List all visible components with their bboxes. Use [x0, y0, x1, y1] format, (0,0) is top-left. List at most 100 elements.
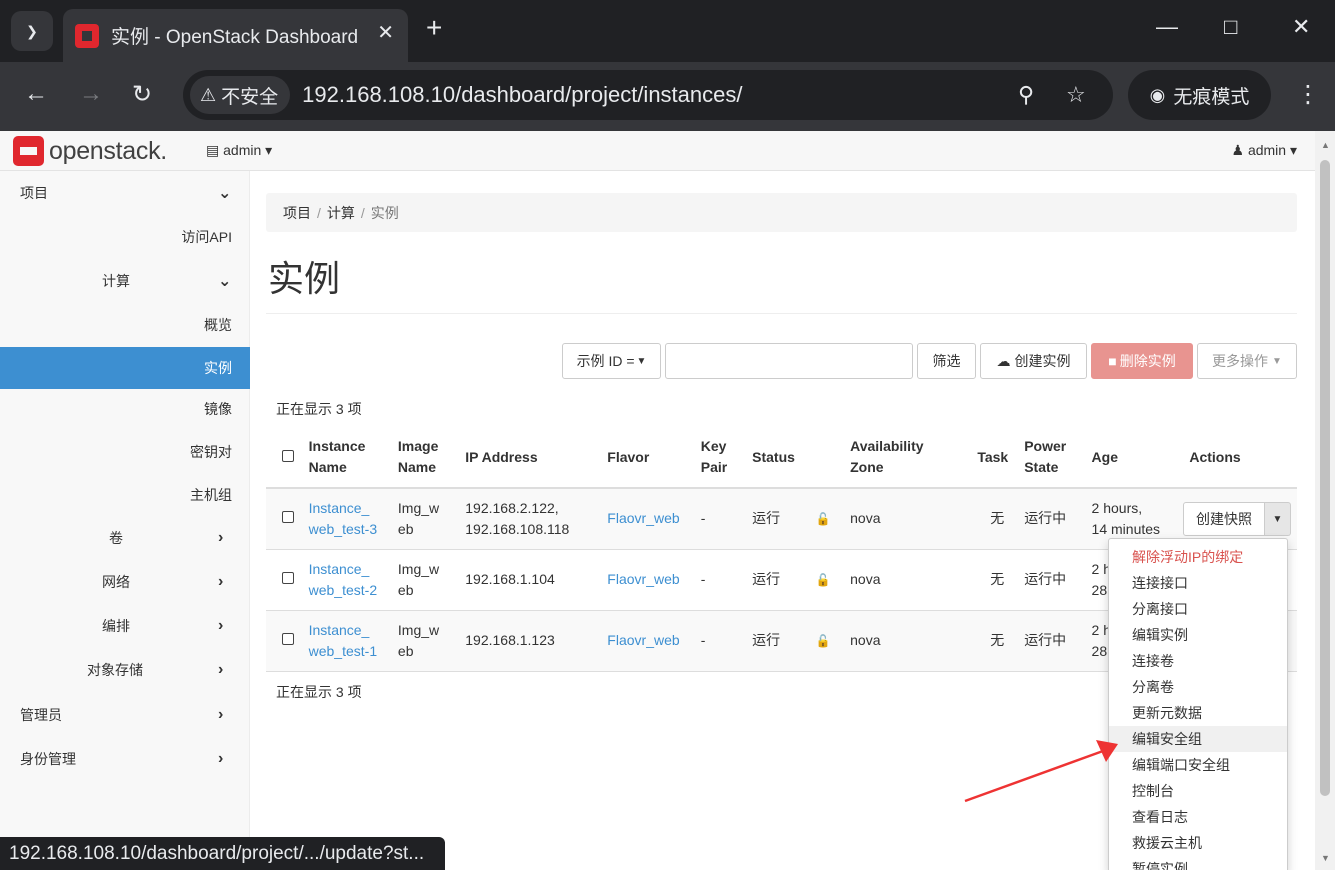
row-checkbox[interactable]: [282, 572, 294, 584]
annotation-arrow-head: [1096, 740, 1118, 762]
maximize-icon[interactable]: □: [1224, 14, 1237, 40]
window-close-icon[interactable]: ✕: [1292, 14, 1310, 40]
column-header-availability-zone[interactable]: Availability Zone: [850, 427, 924, 489]
menu-item-rescue-instance[interactable]: 救援云主机: [1109, 830, 1287, 856]
menu-item-attach-interface[interactable]: 连接接口: [1109, 570, 1287, 596]
breadcrumb: 项目 / 计算 / 实例: [266, 193, 1297, 232]
scroll-down-icon[interactable]: ▼: [1321, 853, 1330, 863]
sidebar-item-orchestration[interactable]: 编排 ›: [0, 605, 250, 647]
row-checkbox[interactable]: [282, 511, 294, 524]
sidebar-item-overview[interactable]: 概览: [0, 304, 250, 346]
sidebar-nav: 项目 ⌄ 访问API 计算 ⌄ 概览 实例 镜像 密钥对 主机组 卷 › 网络 …: [0, 171, 250, 870]
flavor-link[interactable]: Flaovr_web: [607, 632, 679, 648]
lock-icon: 🔓: [815, 511, 831, 526]
chevron-down-icon: ❯: [26, 22, 38, 39]
instance-name-link[interactable]: Instance_ web_test-3: [309, 500, 377, 537]
url-text[interactable]: 192.168.108.10/dashboard/project/instanc…: [302, 82, 742, 108]
delete-instance-button[interactable]: ■ 删除实例: [1091, 343, 1193, 379]
sidebar-item-compute[interactable]: 计算 ⌄: [0, 260, 250, 302]
menu-item-console[interactable]: 控制台: [1109, 778, 1287, 804]
browser-tab-active[interactable]: 实例 - OpenStack Dashboard ✕: [63, 9, 408, 62]
openstack-logo-icon: [13, 136, 44, 166]
openstack-logo[interactable]: openstack.: [13, 136, 167, 166]
sidebar-item-object-store[interactable]: 对象存储 ›: [0, 649, 250, 691]
menu-item-edit-security-groups[interactable]: 编辑安全组: [1109, 726, 1287, 752]
menu-item-detach-interface[interactable]: 分离接口: [1109, 596, 1287, 622]
flavor-link[interactable]: Flaovr_web: [607, 510, 679, 526]
incognito-label: 无痕模式: [1173, 86, 1250, 108]
menu-item-edit-instance[interactable]: 编辑实例: [1109, 622, 1287, 648]
back-arrow-icon[interactable]: ←: [24, 80, 48, 108]
scroll-up-icon[interactable]: ▲: [1321, 140, 1330, 150]
select-all-checkbox[interactable]: [282, 449, 294, 462]
column-header-task[interactable]: Task: [923, 427, 1025, 489]
create-snapshot-button[interactable]: 创建快照: [1183, 502, 1265, 536]
sidebar-item-key-pairs[interactable]: 密钥对: [0, 431, 250, 473]
create-instance-button[interactable]: ☁ 创建实例: [980, 343, 1087, 379]
sidebar-item-identity[interactable]: 身份管理 ›: [0, 738, 250, 780]
menu-item-pause-instance[interactable]: 暂停实例: [1109, 856, 1287, 870]
menu-item-disassociate-floating-ip[interactable]: 解除浮动IP的绑定: [1109, 544, 1287, 570]
more-actions-button[interactable]: 更多操作 ▼: [1197, 343, 1297, 379]
menu-item-update-metadata[interactable]: 更新元数据: [1109, 700, 1287, 726]
power-state-cell: 运行中: [1024, 488, 1092, 550]
row-actions-dropdown-toggle[interactable]: ▼: [1265, 502, 1291, 536]
caret-down-icon: ▾: [1289, 142, 1297, 158]
column-header-image-name[interactable]: Image Name: [397, 427, 466, 489]
chevron-down-icon: ⌄: [218, 273, 232, 290]
scrollbar-thumb[interactable]: [1320, 160, 1330, 796]
column-header-power-state[interactable]: Power State: [1024, 427, 1092, 489]
row-checkbox[interactable]: [282, 633, 294, 645]
tab-search-button[interactable]: ❯: [11, 11, 53, 51]
status-cell: 运行: [752, 610, 816, 672]
sidebar-item-admin[interactable]: 管理员 ›: [0, 694, 250, 736]
project-selector[interactable]: ▤ admin ▾: [206, 142, 272, 159]
instance-name-link[interactable]: Instance_ web_test-1: [309, 622, 377, 659]
ip-address-cell: 192.168.2.122, 192.168.108.118: [465, 488, 608, 550]
star-icon[interactable]: ☆: [1066, 82, 1086, 108]
zone-cell: nova: [850, 488, 924, 550]
breadcrumb-item[interactable]: 项目: [283, 203, 311, 223]
filter-button[interactable]: 筛选: [917, 343, 976, 379]
column-header-flavor[interactable]: Flavor: [607, 427, 701, 489]
filter-field-select[interactable]: 示例 ID = ▼: [562, 343, 661, 379]
column-header-status[interactable]: Status: [752, 427, 816, 489]
address-bar[interactable]: ⚠ 不安全 192.168.108.10/dashboard/project/i…: [183, 70, 1113, 120]
forward-arrow-icon[interactable]: →: [79, 80, 103, 108]
sidebar-item-instances[interactable]: 实例: [0, 347, 250, 389]
sidebar-item-project[interactable]: 项目 ⌄: [0, 172, 250, 214]
reload-icon[interactable]: ↻: [132, 80, 152, 109]
menu-item-detach-volume[interactable]: 分离卷: [1109, 674, 1287, 700]
instance-name-link[interactable]: Instance_ web_test-2: [309, 561, 377, 598]
image-name-cell: Img_w eb: [397, 549, 466, 611]
sidebar-item-label: 密钥对: [190, 444, 232, 460]
column-header-age[interactable]: Age: [1091, 427, 1190, 489]
menu-item-edit-port-security-groups[interactable]: 编辑端口安全组: [1109, 752, 1287, 778]
zoom-icon[interactable]: ⚲: [1018, 82, 1034, 108]
zone-cell: nova: [850, 549, 924, 611]
minimize-icon[interactable]: —: [1156, 14, 1178, 40]
page-scrollbar[interactable]: ▲ ▼: [1315, 131, 1335, 870]
column-header-key-pair[interactable]: Key Pair: [700, 427, 753, 489]
filter-input[interactable]: [665, 343, 913, 379]
menu-item-view-log[interactable]: 查看日志: [1109, 804, 1287, 830]
annotation-arrow-shaft: [964, 749, 1104, 803]
sidebar-item-network[interactable]: 网络 ›: [0, 561, 250, 603]
menu-item-attach-volume[interactable]: 连接卷: [1109, 648, 1287, 674]
incognito-badge[interactable]: ◉ 无痕模式: [1128, 70, 1271, 120]
tab-close-icon[interactable]: ✕: [377, 20, 394, 45]
column-header-instance-name[interactable]: Instance Name: [308, 427, 398, 489]
breadcrumb-item[interactable]: 计算: [327, 203, 355, 223]
sidebar-item-server-groups[interactable]: 主机组: [0, 474, 250, 516]
sidebar-item-api-access[interactable]: 访问API: [0, 216, 250, 258]
browser-menu-icon[interactable]: ⋮: [1296, 80, 1320, 109]
sidebar-item-label: 访问API: [181, 229, 232, 245]
user-menu[interactable]: ♟ admin ▾: [1231, 142, 1297, 159]
project-name: admin: [223, 142, 262, 158]
sidebar-item-images[interactable]: 镜像: [0, 388, 250, 430]
new-tab-plus-icon[interactable]: +: [426, 12, 442, 44]
security-chip[interactable]: ⚠ 不安全: [190, 76, 291, 114]
sidebar-item-volumes[interactable]: 卷 ›: [0, 517, 250, 559]
column-header-ip-address[interactable]: IP Address: [465, 427, 608, 489]
flavor-link[interactable]: Flaovr_web: [607, 571, 679, 587]
